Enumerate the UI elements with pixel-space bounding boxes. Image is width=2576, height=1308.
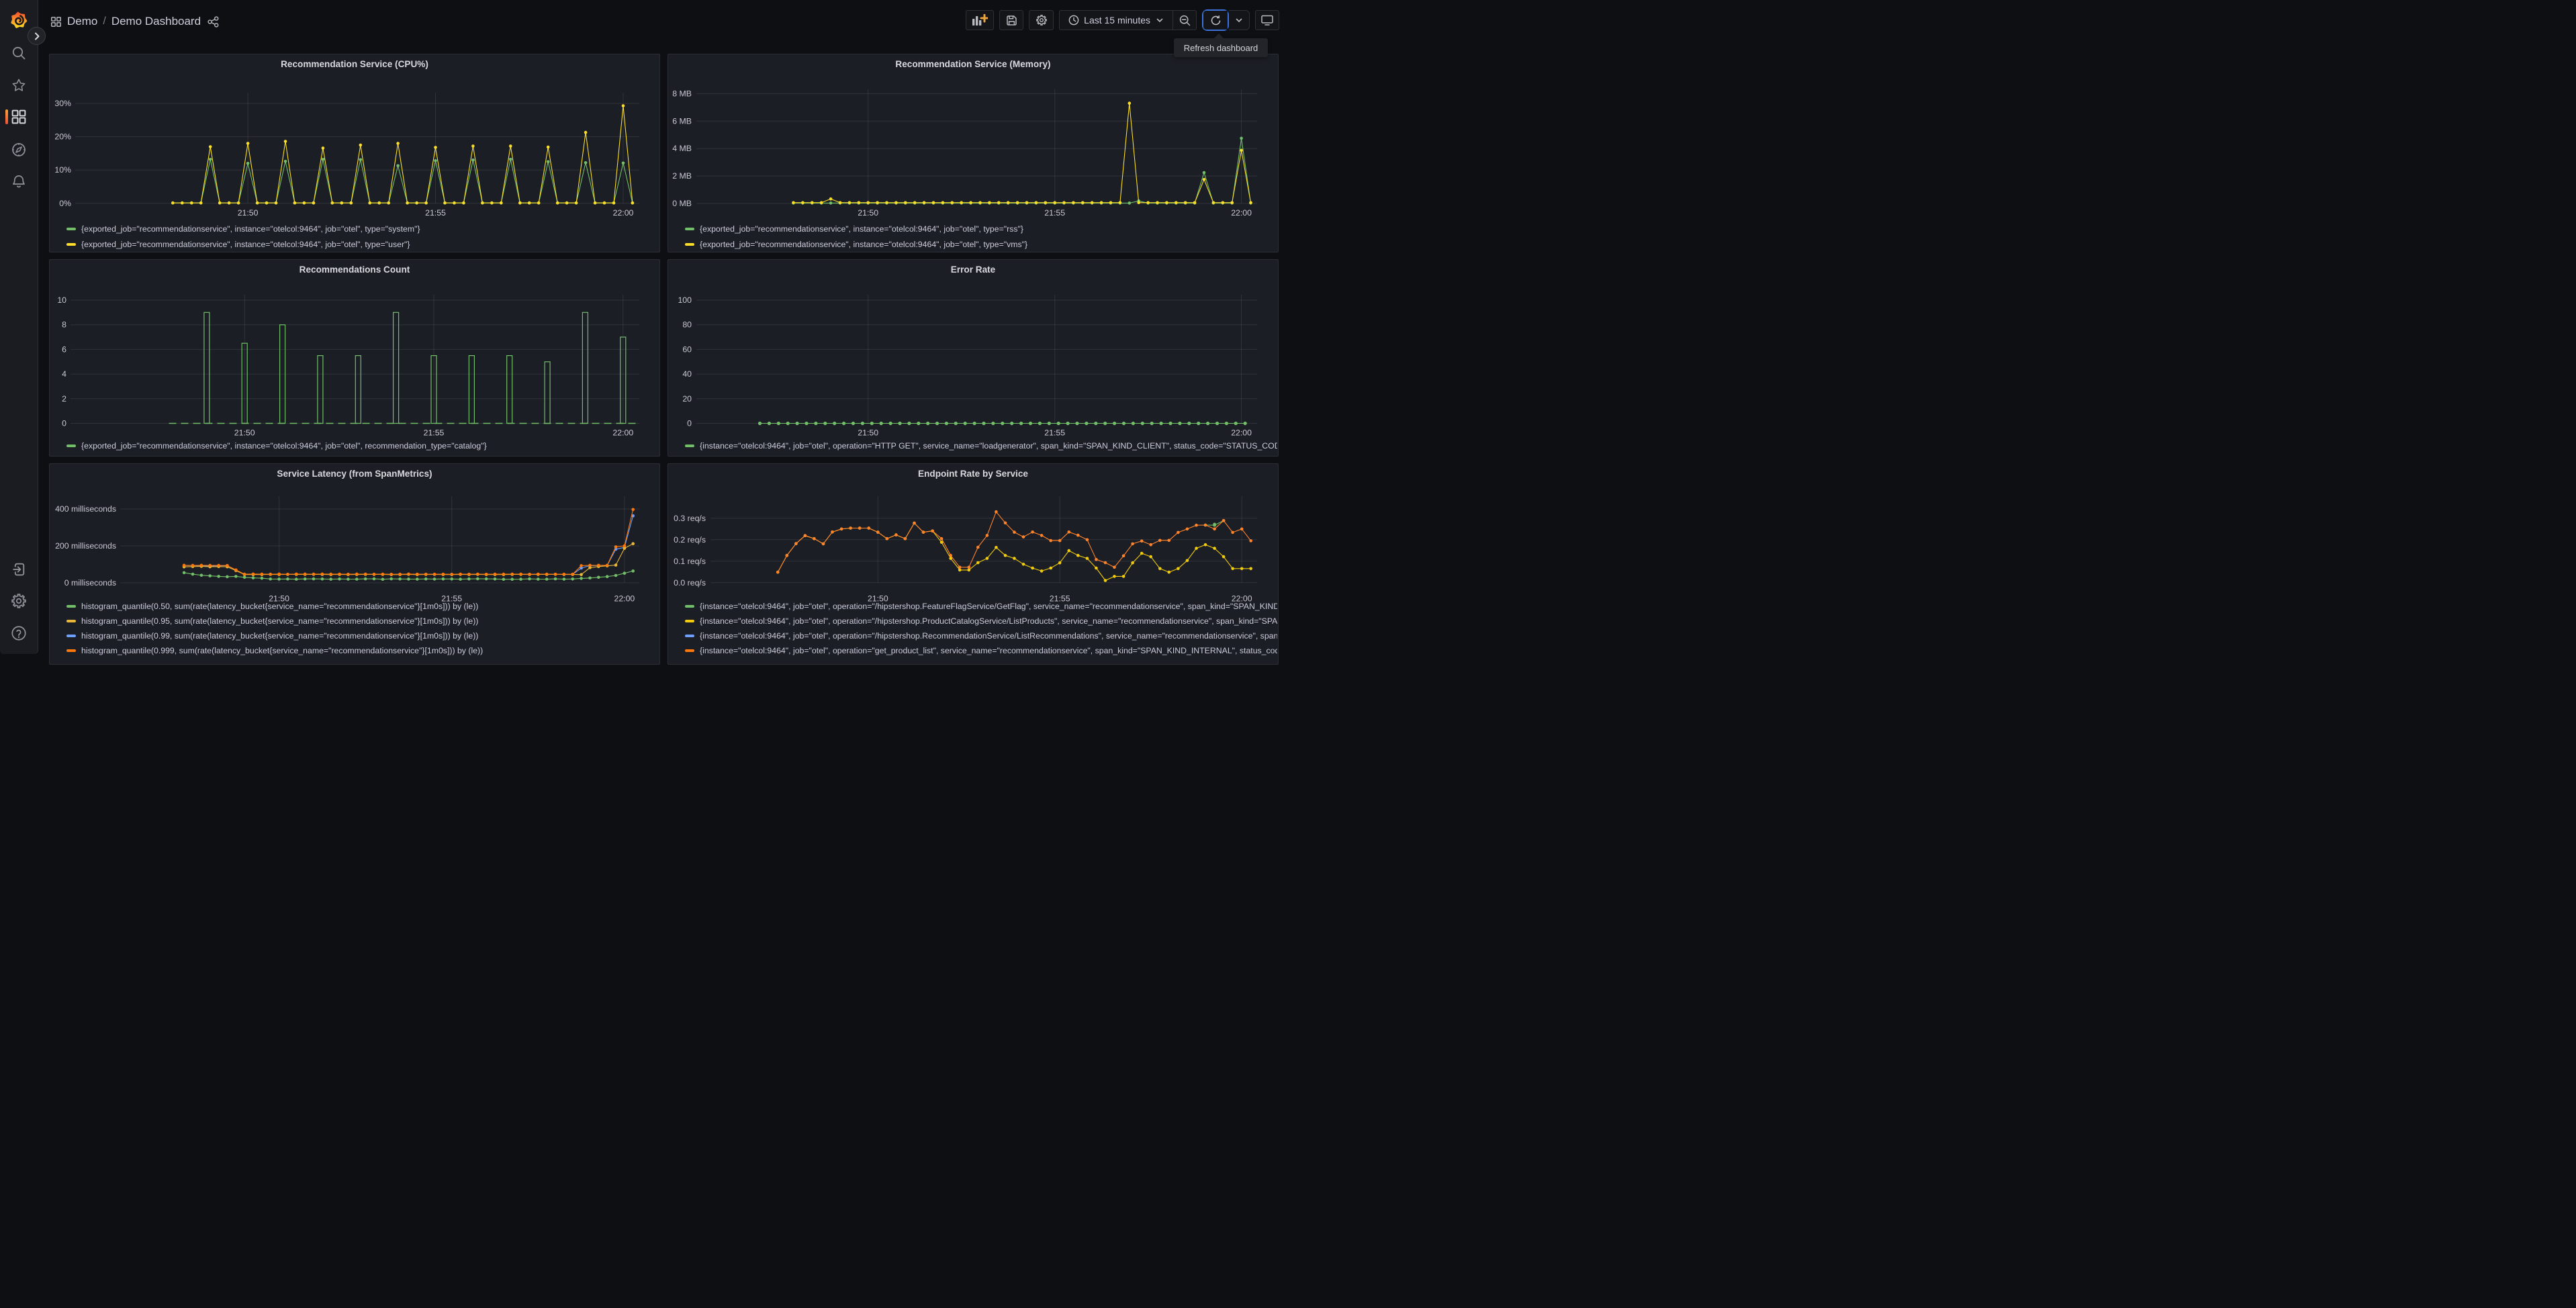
svg-text:21:55: 21:55 bbox=[424, 428, 445, 437]
svg-text:21:50: 21:50 bbox=[858, 208, 878, 218]
svg-text:21:55: 21:55 bbox=[1044, 428, 1065, 437]
svg-text:0.0 req/s: 0.0 req/s bbox=[674, 577, 706, 587]
svg-text:6: 6 bbox=[62, 344, 66, 354]
svg-text:0 milliseconds: 0 milliseconds bbox=[64, 578, 116, 588]
svg-text:10: 10 bbox=[57, 295, 66, 305]
svg-text:400 milliseconds: 400 milliseconds bbox=[55, 504, 116, 514]
svg-text:2: 2 bbox=[62, 393, 66, 403]
svg-text:0.1 req/s: 0.1 req/s bbox=[674, 556, 706, 565]
svg-text:8 MB: 8 MB bbox=[672, 89, 692, 98]
svg-text:80: 80 bbox=[682, 320, 692, 329]
svg-text:0: 0 bbox=[62, 418, 66, 428]
svg-text:4 MB: 4 MB bbox=[672, 144, 692, 153]
svg-text:21:55: 21:55 bbox=[425, 208, 446, 218]
svg-text:40: 40 bbox=[682, 369, 692, 379]
svg-text:20%: 20% bbox=[54, 132, 71, 142]
svg-text:0: 0 bbox=[687, 418, 692, 428]
svg-text:0%: 0% bbox=[59, 199, 71, 208]
svg-text:2 MB: 2 MB bbox=[672, 171, 692, 181]
svg-text:200 milliseconds: 200 milliseconds bbox=[55, 541, 116, 551]
svg-text:100: 100 bbox=[678, 295, 692, 305]
svg-text:22:00: 22:00 bbox=[613, 208, 634, 218]
svg-text:60: 60 bbox=[682, 344, 692, 354]
svg-text:6 MB: 6 MB bbox=[672, 116, 692, 126]
svg-text:20: 20 bbox=[682, 393, 692, 403]
svg-text:30%: 30% bbox=[54, 99, 71, 108]
svg-text:0.3 req/s: 0.3 req/s bbox=[674, 513, 706, 522]
svg-text:10%: 10% bbox=[54, 165, 71, 175]
svg-text:22:00: 22:00 bbox=[612, 428, 633, 437]
svg-text:8: 8 bbox=[62, 320, 66, 329]
svg-text:21:50: 21:50 bbox=[234, 428, 255, 437]
svg-text:21:50: 21:50 bbox=[238, 208, 259, 218]
svg-text:21:55: 21:55 bbox=[1044, 208, 1065, 218]
svg-text:21:50: 21:50 bbox=[858, 428, 878, 437]
svg-text:0.2 req/s: 0.2 req/s bbox=[674, 534, 706, 544]
svg-text:22:00: 22:00 bbox=[1231, 208, 1252, 218]
svg-text:0 MB: 0 MB bbox=[672, 199, 692, 208]
svg-text:22:00: 22:00 bbox=[1231, 428, 1252, 437]
svg-text:4: 4 bbox=[62, 369, 66, 379]
